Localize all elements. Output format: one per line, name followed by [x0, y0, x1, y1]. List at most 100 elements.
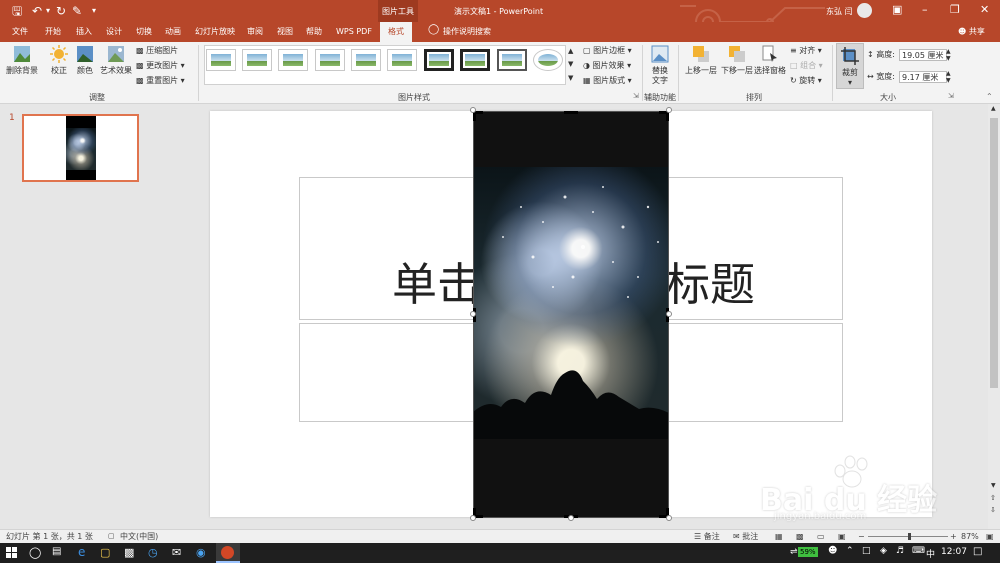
share-button[interactable]: ☻ 共享: [958, 27, 985, 37]
tab-review[interactable]: 审阅: [247, 27, 263, 37]
resize-handle[interactable]: [666, 107, 672, 113]
style-thumb[interactable]: [206, 49, 236, 71]
tab-file[interactable]: 文件: [12, 27, 28, 37]
tell-me-search[interactable]: 操作说明搜索: [443, 27, 491, 37]
change-picture-button[interactable]: ▩ 更改图片 ▾: [136, 61, 185, 71]
gallery-more-icon[interactable]: ▼: [568, 73, 573, 83]
windows-start-icon[interactable]: [6, 547, 22, 563]
group-objects-button[interactable]: □ 组合 ▾: [790, 61, 823, 71]
resize-handle[interactable]: [666, 515, 672, 521]
mail-icon[interactable]: ✉: [172, 546, 181, 559]
tab-home[interactable]: 开始: [45, 27, 61, 37]
remove-background-button[interactable]: 删除背景: [4, 44, 40, 76]
close-icon[interactable]: ✕: [980, 3, 989, 17]
style-thumb[interactable]: [424, 49, 454, 71]
save-icon[interactable]: 🖫: [12, 4, 22, 18]
alt-text-button[interactable]: 替换 文字: [648, 44, 672, 86]
bring-forward-button[interactable]: 上移一层: [683, 44, 719, 76]
clock-app-icon[interactable]: ◷: [148, 546, 158, 559]
vertical-scrollbar[interactable]: ▲ ▼ ⇧ ⇩: [988, 104, 1000, 529]
style-thumb[interactable]: [387, 49, 417, 71]
keyboard-icon[interactable]: ⌨: [912, 546, 925, 556]
resize-handle[interactable]: [666, 311, 672, 317]
scroll-down-icon[interactable]: ▼: [991, 482, 996, 489]
scroll-up-icon[interactable]: ▲: [991, 105, 996, 112]
resize-handle[interactable]: [470, 515, 476, 521]
avatar[interactable]: [857, 3, 872, 18]
store-icon[interactable]: ▩: [124, 546, 134, 559]
minimize-icon[interactable]: –: [922, 3, 928, 17]
height-spinner-icon[interactable]: ▲ ▼: [946, 48, 951, 62]
reset-picture-button[interactable]: ▩ 重置图片 ▾: [136, 76, 185, 86]
previous-slide-icon[interactable]: ⇧: [990, 494, 996, 502]
tab-wps-pdf[interactable]: WPS PDF: [336, 27, 372, 37]
ribbon-display-options-icon[interactable]: ▣: [892, 3, 902, 17]
resize-handle[interactable]: [470, 311, 476, 317]
send-backward-button[interactable]: 下移一层: [719, 44, 755, 76]
style-thumb[interactable]: [351, 49, 381, 71]
rotate-button[interactable]: ↻ 旋转 ▾: [790, 76, 822, 86]
gallery-scroll-up-icon[interactable]: ▲: [568, 46, 573, 56]
tab-transitions[interactable]: 切换: [136, 27, 152, 37]
comments-button[interactable]: ✉ 批注: [733, 530, 758, 543]
picture-styles-launcher-icon[interactable]: ⇲: [633, 92, 639, 100]
slide-thumbnail[interactable]: [22, 114, 139, 182]
file-explorer-icon[interactable]: ▢: [100, 546, 110, 559]
compress-pictures-button[interactable]: ▩ 压缩图片: [136, 46, 178, 56]
powerpoint-taskbar-button[interactable]: [216, 543, 240, 563]
tab-view[interactable]: 视图: [277, 27, 293, 37]
edge-icon[interactable]: e: [78, 545, 85, 559]
battery-percent[interactable]: 59%: [798, 547, 818, 557]
resize-handle[interactable]: [568, 515, 574, 521]
zoom-out-icon[interactable]: −: [858, 530, 865, 543]
customize-qat-icon[interactable]: ▾: [92, 4, 96, 18]
selected-picture[interactable]: [473, 111, 669, 518]
notes-button[interactable]: ☰ 备注: [694, 530, 720, 543]
scrollbar-thumb[interactable]: [990, 118, 998, 388]
language-indicator[interactable]: 中文(中国): [120, 530, 158, 543]
tab-help[interactable]: 帮助: [306, 27, 322, 37]
tab-slideshow[interactable]: 幻灯片放映: [195, 27, 235, 37]
artistic-effects-button[interactable]: 艺术效果: [98, 44, 134, 76]
selection-pane-button[interactable]: 选择窗格: [753, 44, 787, 76]
wifi-icon[interactable]: ◈: [880, 546, 887, 556]
normal-view-icon[interactable]: ▦: [775, 530, 783, 543]
size-launcher-icon[interactable]: ⇲: [948, 92, 954, 100]
resize-handle[interactable]: [470, 107, 476, 113]
ime-indicator[interactable]: 中: [926, 547, 935, 560]
width-input[interactable]: 9.17 厘米: [899, 71, 947, 83]
zoom-in-icon[interactable]: +: [950, 530, 957, 543]
color-button[interactable]: 颜色: [74, 44, 96, 76]
zoom-level[interactable]: 87%: [961, 530, 979, 543]
width-spinner-icon[interactable]: ▲ ▼: [946, 70, 951, 84]
browser-icon[interactable]: ◉: [196, 546, 206, 559]
cortana-icon[interactable]: ◯: [29, 546, 41, 559]
tab-animations[interactable]: 动画: [165, 27, 181, 37]
picture-border-button[interactable]: ▢ 图片边框 ▾: [583, 46, 632, 56]
zoom-slider-thumb[interactable]: [908, 533, 911, 540]
task-view-icon[interactable]: ▤: [52, 546, 61, 557]
style-thumb[interactable]: [315, 49, 345, 71]
tab-design[interactable]: 设计: [106, 27, 122, 37]
collapse-ribbon-icon[interactable]: ⌃: [986, 92, 993, 101]
crop-button[interactable]: 裁剪 ▾: [836, 43, 864, 89]
user-name[interactable]: 东弘 闫: [826, 6, 853, 17]
reading-view-icon[interactable]: ▭: [817, 530, 825, 543]
style-thumb[interactable]: [242, 49, 272, 71]
align-button[interactable]: ≡ 对齐 ▾: [790, 46, 822, 56]
undo-icon[interactable]: ↶: [32, 4, 42, 18]
slideshow-view-icon[interactable]: ▣: [838, 530, 846, 543]
battery-charging-icon[interactable]: ⇌: [790, 547, 798, 557]
picture-effects-button[interactable]: ◑ 图片效果 ▾: [583, 61, 631, 71]
tab-insert[interactable]: 插入: [76, 27, 92, 37]
network-icon[interactable]: □: [862, 546, 871, 556]
undo-dropdown-icon[interactable]: ▾: [46, 4, 50, 18]
crop-handle-top[interactable]: [564, 111, 578, 114]
gallery-scroll-down-icon[interactable]: ▼: [568, 59, 573, 69]
fit-to-window-icon[interactable]: ▣: [986, 530, 994, 543]
action-center-icon[interactable]: □: [973, 546, 982, 557]
tab-format[interactable]: 格式: [380, 22, 412, 42]
next-slide-icon[interactable]: ⇩: [990, 506, 996, 514]
clock[interactable]: 12:07: [941, 547, 967, 557]
spellcheck-icon[interactable]: ▢: [108, 530, 115, 543]
